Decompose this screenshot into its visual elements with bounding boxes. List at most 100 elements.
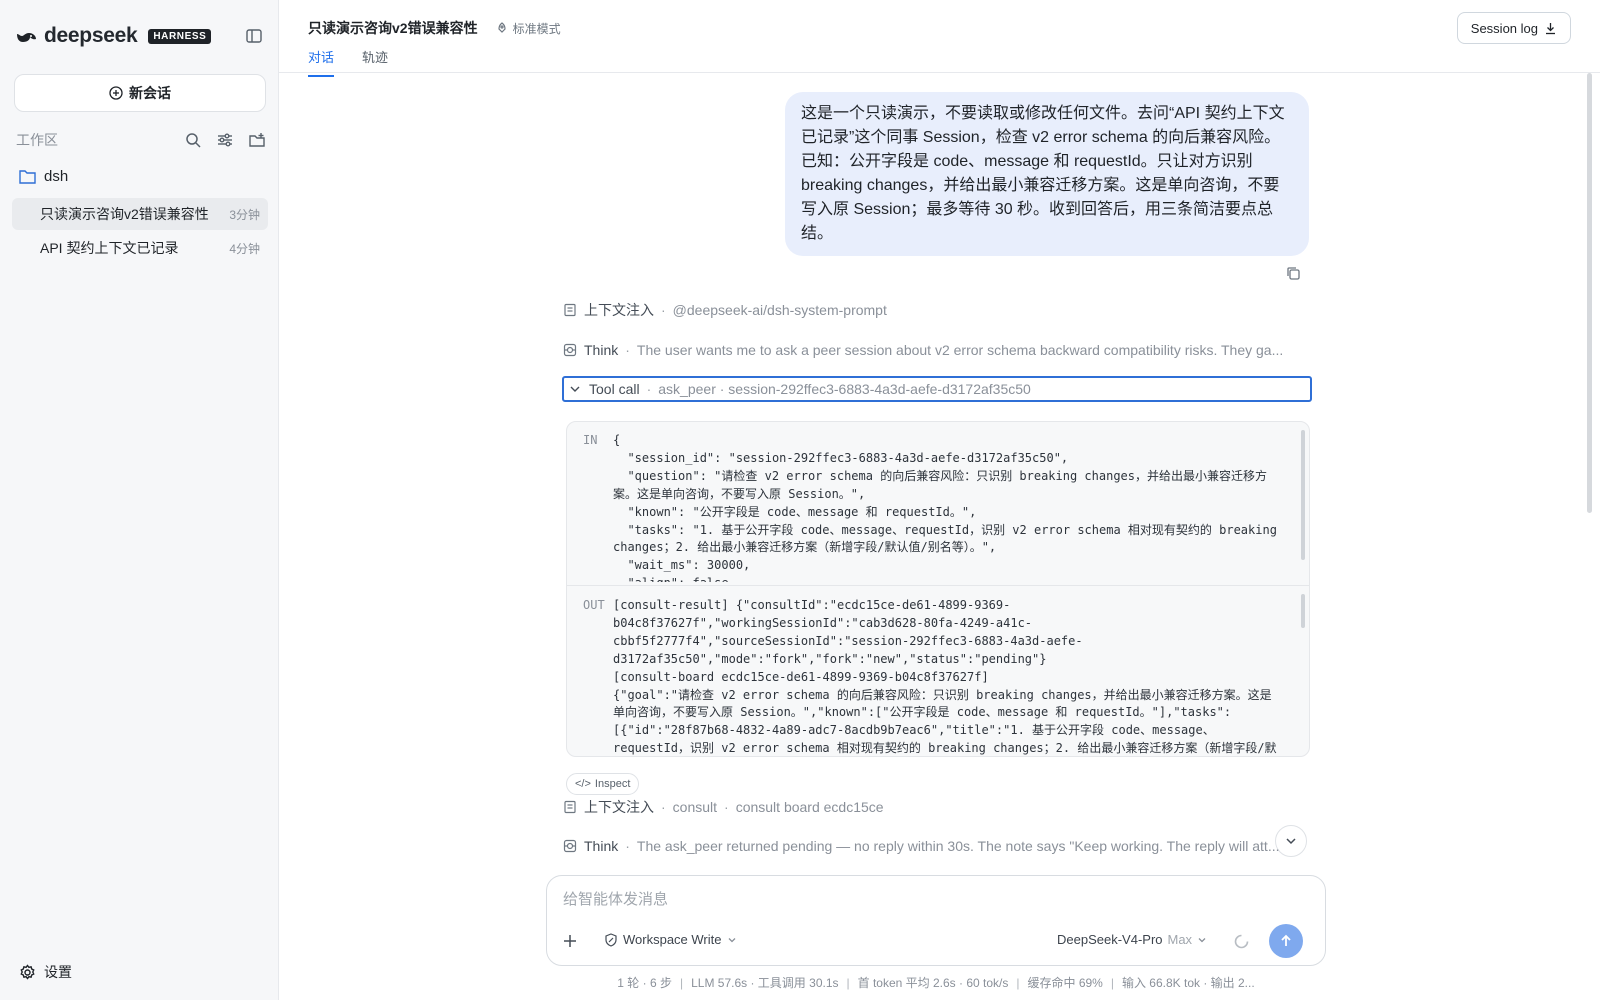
copy-icon[interactable] bbox=[1285, 265, 1302, 282]
chevron-down-icon bbox=[570, 386, 580, 392]
folder-name: dsh bbox=[44, 168, 69, 185]
out-line: 单向咨询，不要写入原 Session。","known":["公开字段是 cod… bbox=[613, 705, 1232, 720]
stats-first-token: 首 token 平均 2.6s · 60 tok/s bbox=[857, 976, 1009, 990]
new-chat-button[interactable]: 新会话 bbox=[14, 74, 266, 112]
tool-output-json: [consult-result] {"consultId":"ecdc15ce-… bbox=[613, 597, 1309, 756]
brain-icon bbox=[563, 343, 577, 357]
stats-separator: | bbox=[1016, 976, 1020, 990]
send-button[interactable] bbox=[1269, 924, 1303, 958]
step-detail: The user wants me to ask a peer session … bbox=[636, 342, 1284, 358]
user-message: 这是一个只读演示，不要读取或修改任何文件。去问“API 契约上下文已记录”这个同… bbox=[785, 92, 1309, 256]
sidebar: deepseek HARNESS 新会话 工作区 dsh 只读演示咨询v2错误兼… bbox=[0, 0, 279, 1000]
plus-circle-icon bbox=[109, 86, 123, 100]
panel-toggle-icon[interactable] bbox=[245, 27, 263, 45]
step-detail: consult bbox=[672, 799, 718, 815]
workspace-label: 工作区 bbox=[16, 132, 58, 148]
io-out-tag: OUT bbox=[583, 598, 605, 612]
inspect-label: Inspect bbox=[594, 778, 631, 790]
search-icon[interactable] bbox=[184, 131, 202, 149]
attach-button[interactable] bbox=[559, 930, 581, 952]
permission-selector[interactable]: Workspace Write bbox=[604, 932, 737, 947]
deepseek-whale-icon bbox=[17, 33, 36, 42]
think-step[interactable]: Think · The user wants me to ask a peer … bbox=[563, 338, 1311, 362]
new-chat-label: 新会话 bbox=[129, 85, 171, 101]
step-label: Think bbox=[584, 342, 619, 358]
loading-spinner-icon bbox=[1234, 934, 1249, 949]
logo-text: deepseek bbox=[44, 24, 138, 47]
out-line: [consult-result] {"consultId":"ecdc15ce-… bbox=[613, 598, 1011, 612]
message-input[interactable] bbox=[563, 888, 1263, 910]
tool-input-section: IN { "session_id": "session-292ffec3-688… bbox=[567, 432, 1309, 582]
stats-separator: | bbox=[1110, 976, 1114, 990]
in-line: "wait_ms": 30000, bbox=[613, 558, 751, 573]
io-in-tag: IN bbox=[583, 433, 598, 447]
io-in-scrollbar[interactable] bbox=[1301, 430, 1305, 560]
new-folder-icon[interactable] bbox=[248, 131, 266, 149]
mode-icon bbox=[497, 22, 506, 33]
session-item-active[interactable]: 只读演示咨询v2错误兼容性 3分钟 bbox=[12, 198, 268, 230]
session-log-button[interactable]: Session log bbox=[1456, 12, 1571, 44]
scrollbar[interactable] bbox=[1587, 73, 1592, 513]
context-injection-step[interactable]: 上下文注入 · @deepseek-ai/dsh-system-prompt bbox=[563, 298, 1311, 322]
shield-pencil-icon bbox=[605, 932, 617, 947]
mode-label: 标准模式 bbox=[512, 21, 561, 36]
step-separator: · bbox=[724, 799, 729, 815]
plus-icon bbox=[564, 935, 576, 947]
conversation-area: 这是一个只读演示，不要读取或修改任何文件。去问“API 契约上下文已记录”这个同… bbox=[279, 73, 1600, 1000]
harness-badge: HARNESS bbox=[148, 28, 212, 44]
document-icon bbox=[564, 800, 576, 814]
app-root: deepseek HARNESS 新会话 工作区 dsh 只读演示咨询v2错误兼… bbox=[0, 0, 1600, 1000]
session-label: API 契约上下文已记录 bbox=[40, 240, 179, 256]
step-separator: · bbox=[625, 342, 630, 358]
step-separator: · bbox=[625, 838, 630, 854]
step-label: 上下文注入 bbox=[584, 799, 654, 815]
in-line: { bbox=[613, 433, 621, 447]
session-time: 4分钟 bbox=[229, 241, 260, 256]
out-line: b04c8f37627f","workingSessionId":"cab3d6… bbox=[613, 615, 1033, 630]
arrow-up-icon bbox=[1281, 934, 1291, 946]
in-line: changes；2. 给出最小兼容迁移方案（新增字段/默认值/别名等）。", bbox=[613, 540, 997, 555]
out-line: requestId，识别 v2 error schema 相对现有契约的 bre… bbox=[613, 741, 1277, 756]
step-detail: ask_peer · session-292ffec3-6883-4a3d-ae… bbox=[658, 381, 1031, 397]
settings-button[interactable]: 设置 bbox=[19, 962, 72, 982]
inspect-button[interactable]: </> Inspect bbox=[566, 773, 640, 795]
stats-separator: | bbox=[679, 976, 684, 990]
folder-icon bbox=[19, 170, 36, 184]
effort-label: Max bbox=[1167, 932, 1193, 947]
io-out-scrollbar[interactable] bbox=[1301, 594, 1305, 628]
download-icon bbox=[1546, 22, 1555, 34]
document-icon bbox=[564, 303, 576, 317]
tool-io-panel: IN { "session_id": "session-292ffec3-688… bbox=[566, 421, 1310, 757]
filter-icon[interactable] bbox=[216, 131, 234, 149]
in-line: "session_id": "session-292ffec3-6883-4a3… bbox=[613, 450, 1069, 465]
in-line: 案。这是单向咨询，不要写入原 Session。", bbox=[613, 486, 866, 501]
tool-output-section: OUT [consult-result] {"consultId":"ecdc1… bbox=[567, 597, 1309, 756]
usage-stats: 1 轮 · 6 步 | LLM 57.6s · 工具调用 30.1s | 首 token… bbox=[552, 974, 1320, 991]
step-label: Tool call bbox=[589, 381, 640, 397]
mode-indicator[interactable]: 标准模式 bbox=[496, 20, 561, 37]
context-injection-step[interactable]: 上下文注入 · consult · consult board ecdc15ce bbox=[563, 795, 1311, 819]
in-line: "tasks": "1. 基于公开字段 code、message、request… bbox=[613, 522, 1277, 537]
tool-input-json: { "session_id": "session-292ffec3-6883-4… bbox=[613, 432, 1309, 582]
session-time: 3分钟 bbox=[229, 207, 260, 222]
step-label: Think bbox=[584, 838, 619, 854]
stats-io: 输入 66.8K tok · 输出 2... bbox=[1121, 976, 1255, 990]
step-detail: @deepseek-ai/dsh-system-prompt bbox=[672, 302, 887, 318]
out-line: [consult-board ecdc15ce-de61-4899-9369-b… bbox=[613, 669, 989, 684]
session-log-label: Session log bbox=[1470, 20, 1538, 36]
session-item[interactable]: API 契约上下文已记录 4分钟 bbox=[12, 232, 268, 264]
think-step[interactable]: Think · The ask_peer returned pending — … bbox=[563, 834, 1311, 858]
out-line: cbbf5f2777f4","sourceSessionId":"session… bbox=[613, 633, 1083, 648]
tool-call-step[interactable]: Tool call · ask_peer · session-292ffec3-… bbox=[562, 376, 1312, 402]
in-line: "align": false bbox=[613, 575, 1309, 582]
step-detail: consult board ecdc15ce bbox=[735, 799, 884, 815]
workspace-header: 工作区 bbox=[16, 129, 266, 151]
step-separator: · bbox=[646, 381, 652, 397]
folder-dsh[interactable]: dsh bbox=[19, 168, 68, 185]
brain-icon bbox=[563, 839, 577, 853]
model-selector[interactable]: DeepSeek-V4-Pro Max bbox=[1057, 932, 1207, 947]
logo: deepseek HARNESS bbox=[16, 24, 212, 48]
stats-cache: 缓存命中 69% bbox=[1027, 976, 1103, 990]
out-line: {"goal":"请检查 v2 error schema 的向后兼容风险：只识别… bbox=[613, 687, 1272, 702]
model-label: DeepSeek-V4-Pro bbox=[1057, 932, 1163, 947]
